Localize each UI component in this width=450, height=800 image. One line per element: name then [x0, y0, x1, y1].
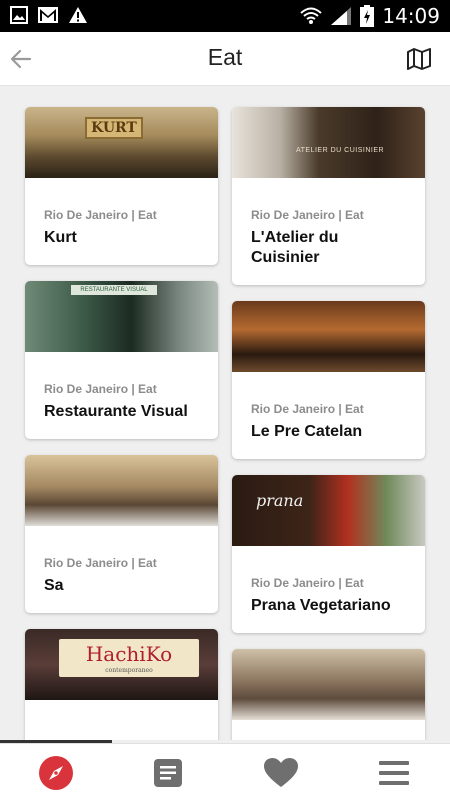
- restaurant-image: RESTAURANTE VISUAL: [25, 281, 218, 352]
- battery-icon: [360, 5, 375, 27]
- feed-column-right: ATELIER DU CUISINIER Rio De Janeiro | Ea…: [232, 107, 425, 740]
- restaurant-card-atelier[interactable]: ATELIER DU CUISINIER Rio De Janeiro | Ea…: [232, 107, 425, 285]
- restaurant-image: KURT: [25, 107, 218, 178]
- card-meta: Rio De Janeiro | Eat: [44, 556, 157, 570]
- prana-sign: prana: [256, 491, 304, 510]
- restaurant-card-catelan[interactable]: Rio De Janeiro | Eat Le Pre Catelan: [232, 301, 425, 459]
- restaurant-card-hotel[interactable]: [232, 649, 425, 740]
- restaurant-card-visual[interactable]: RESTAURANTE VISUAL Rio De Janeiro | Eat …: [25, 281, 218, 439]
- restaurant-image: HachiKo contemporaneo: [25, 629, 218, 700]
- nav-menu-button[interactable]: [376, 755, 412, 791]
- page-title: Eat: [207, 44, 243, 70]
- bottom-nav: [0, 743, 450, 800]
- hachiko-sign: HachiKo contemporaneo: [59, 639, 199, 677]
- restaurant-image: ATELIER DU CUISINIER: [232, 107, 425, 178]
- status-bar: 14:09: [0, 0, 450, 32]
- card-title: Prana Vegetariano: [251, 597, 391, 614]
- restaurant-image: [232, 649, 425, 720]
- restaurant-image: [25, 455, 218, 526]
- atelier-sign: ATELIER DU CUISINIER: [296, 147, 385, 154]
- kurt-sign: KURT: [85, 117, 143, 139]
- nav-list-button[interactable]: [150, 755, 186, 791]
- wifi-icon: [300, 7, 323, 24]
- warning-icon: [69, 7, 87, 23]
- hachiko-sign-text: HachiKo: [85, 642, 173, 666]
- gmail-icon: [38, 7, 58, 23]
- card-meta: Rio De Janeiro | Eat: [44, 208, 157, 222]
- restaurant-card-sa[interactable]: Rio De Janeiro | Eat Sa: [25, 455, 218, 613]
- image-icon: [10, 6, 28, 24]
- hachiko-sign-subtext: contemporaneo: [105, 667, 153, 674]
- restaurant-image: [232, 301, 425, 372]
- heart-icon: [264, 758, 298, 787]
- card-meta: Rio De Janeiro | Eat: [251, 208, 364, 222]
- card-meta: Rio De Janeiro | Eat: [44, 382, 157, 396]
- card-title: L'Atelier du Cuisinier: [251, 229, 339, 266]
- map-button[interactable]: [406, 47, 432, 71]
- card-meta: Rio De Janeiro | Eat: [251, 402, 364, 416]
- list-icon: [154, 759, 182, 787]
- card-title: Restaurante Visual: [44, 403, 188, 420]
- nav-favorites-button[interactable]: [263, 755, 299, 791]
- map-icon: [407, 48, 431, 70]
- app-bar: Eat: [0, 32, 450, 86]
- restaurant-card-kurt[interactable]: KURT Rio De Janeiro | Eat Kurt: [25, 107, 218, 265]
- visual-sign: RESTAURANTE VISUAL: [71, 285, 157, 295]
- restaurant-card-prana[interactable]: prana Rio De Janeiro | Eat Prana Vegetar…: [232, 475, 425, 633]
- card-title: Le Pre Catelan: [251, 423, 363, 440]
- compass-icon: [39, 756, 73, 790]
- nav-explore-button[interactable]: [38, 755, 74, 791]
- restaurant-card-hachiko[interactable]: HachiKo contemporaneo: [25, 629, 218, 740]
- status-time: 14:09: [382, 4, 440, 28]
- restaurant-image: prana: [232, 475, 425, 546]
- menu-icon: [379, 761, 409, 785]
- restaurant-feed[interactable]: KURT Rio De Janeiro | Eat Kurt RESTAURAN…: [0, 87, 450, 740]
- feed-column-left: KURT Rio De Janeiro | Eat Kurt RESTAURAN…: [25, 107, 218, 740]
- card-meta: Rio De Janeiro | Eat: [251, 576, 364, 590]
- card-title: Kurt: [44, 229, 77, 246]
- card-title: Sa: [44, 577, 64, 594]
- signal-icon: [331, 7, 352, 25]
